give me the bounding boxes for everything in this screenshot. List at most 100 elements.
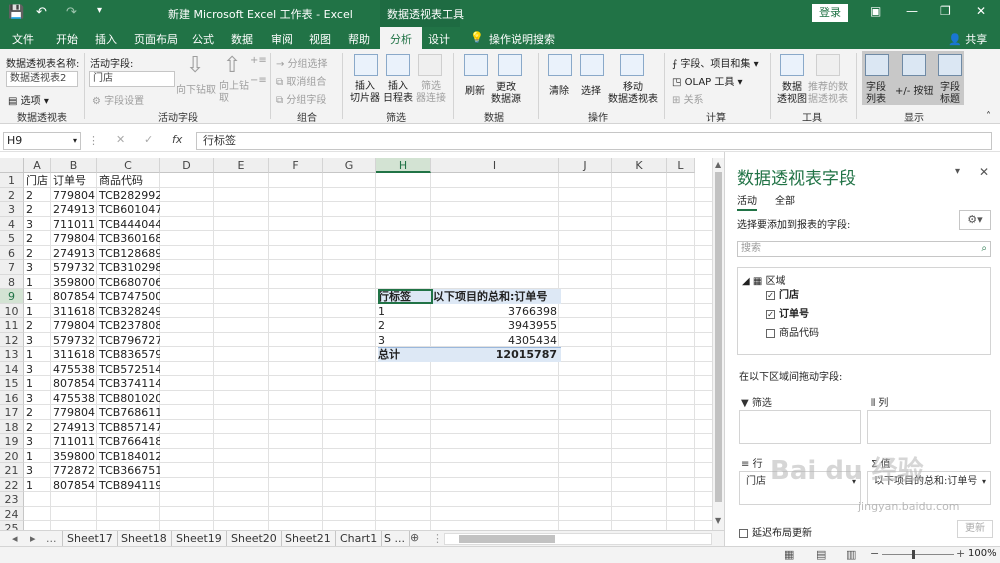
add-sheet-icon[interactable]: ⊕ bbox=[410, 531, 419, 544]
column-header-k[interactable]: K bbox=[612, 158, 667, 173]
recommended-pivot-button[interactable]: 推荐的数 据透视表 bbox=[808, 82, 848, 106]
pivot-total-label[interactable]: 总计 bbox=[376, 347, 431, 362]
tab-formulas[interactable]: 公式 bbox=[192, 31, 214, 47]
cancel-icon[interactable]: ✕ bbox=[116, 133, 125, 146]
table-cell[interactable]: 579732 bbox=[51, 333, 97, 348]
table-cell[interactable]: 1 bbox=[24, 449, 51, 464]
vertical-scrollbar[interactable]: ▲ ▼ bbox=[712, 158, 724, 530]
table-cell[interactable]: 772872 bbox=[51, 463, 97, 478]
field-list-button[interactable]: 字段 列表 bbox=[866, 82, 886, 106]
table-cell[interactable]: 3 bbox=[24, 217, 51, 232]
table-cell[interactable]: 3 bbox=[24, 333, 51, 348]
field-item-store[interactable]: ✓ 门店 bbox=[766, 286, 799, 301]
tab-help[interactable]: 帮助 bbox=[348, 31, 370, 47]
drill-down-button[interactable]: 向下钻取 bbox=[176, 81, 216, 96]
scroll-thumb[interactable] bbox=[715, 172, 722, 502]
table-cell[interactable]: TCB747500 bbox=[97, 289, 160, 304]
pivot-row-label[interactable]: 2 bbox=[376, 318, 431, 333]
table-cell[interactable]: TCB128689 bbox=[97, 246, 160, 261]
share-button[interactable]: 👤 共享 bbox=[948, 31, 987, 47]
table-cell[interactable]: 711011 bbox=[51, 217, 97, 232]
worksheet-grid[interactable]: ABCDEFGHIJKL 1 2 3 4 5 6 7 8 9 10 11 12 13 14 15 16 17 18… bbox=[0, 158, 712, 530]
table-cell[interactable]: 1 bbox=[24, 376, 51, 391]
column-header-i[interactable]: I bbox=[431, 158, 559, 173]
table-cell[interactable]: TCB601047 bbox=[97, 202, 160, 217]
page-layout-icon[interactable]: ▤ bbox=[816, 548, 826, 561]
tab-home[interactable]: 开始 bbox=[56, 31, 78, 47]
insert-function-icon[interactable]: fx bbox=[172, 133, 182, 146]
table-header-cell[interactable]: 门店 bbox=[24, 173, 51, 188]
field-search-input[interactable]: 搜索 ⌕ bbox=[737, 241, 991, 257]
sheet-prev-icon[interactable]: ◂ bbox=[12, 532, 18, 545]
pivot-chart-button[interactable]: 数据 透视图 bbox=[777, 82, 807, 106]
sheet-next-icon[interactable]: ▸ bbox=[30, 532, 36, 545]
clear-button[interactable]: 清除 bbox=[549, 82, 569, 97]
table-header-cell[interactable]: 订单号 bbox=[51, 173, 97, 188]
scroll-down-icon[interactable]: ▼ bbox=[715, 516, 721, 525]
tab-view[interactable]: 视图 bbox=[309, 31, 331, 47]
table-cell[interactable]: 779804 bbox=[51, 405, 97, 420]
row-header-3[interactable]: 3 bbox=[0, 202, 24, 217]
table-cell[interactable]: 1 bbox=[24, 304, 51, 319]
field-item-product[interactable]: 商品代码 bbox=[766, 324, 819, 339]
tab-insert[interactable]: 插入 bbox=[95, 31, 117, 47]
ribbon-display-icon[interactable]: ▣ bbox=[870, 4, 881, 18]
table-cell[interactable]: TCB328249 bbox=[97, 304, 160, 319]
sheet-tab[interactable]: Sheet18 bbox=[117, 531, 172, 547]
columns-area[interactable] bbox=[867, 410, 991, 444]
row-header-7[interactable]: 7 bbox=[0, 260, 24, 275]
table-cell[interactable]: 274913 bbox=[51, 420, 97, 435]
collapse-field-icon[interactable]: −≡ bbox=[250, 75, 267, 86]
row-header-20[interactable]: 20 bbox=[0, 448, 24, 463]
row-header-6[interactable]: 6 bbox=[0, 245, 24, 260]
plus-minus-button[interactable]: +/- 按钮 bbox=[895, 82, 934, 97]
olap-tools-button[interactable]: ◳ OLAP 工具 ▾ bbox=[672, 73, 743, 88]
zoom-in-icon[interactable]: + bbox=[956, 547, 965, 560]
redo-icon[interactable]: ↷ bbox=[66, 5, 77, 20]
fields-items-sets-button[interactable]: ⨍ 字段、项目和集 ▾ bbox=[672, 55, 759, 70]
row-header-21[interactable]: 21 bbox=[0, 463, 24, 478]
active-field-input[interactable]: 门店 bbox=[89, 71, 175, 87]
row-header-22[interactable]: 22 bbox=[0, 477, 24, 492]
table-cell[interactable]: 1 bbox=[24, 289, 51, 304]
table-cell[interactable]: 807854 bbox=[51, 376, 97, 391]
table-cell[interactable]: 274913 bbox=[51, 246, 97, 261]
table-cell[interactable]: 807854 bbox=[51, 289, 97, 304]
close-icon[interactable]: ✕ bbox=[976, 4, 986, 18]
table-cell[interactable]: 3 bbox=[24, 391, 51, 406]
sheet-tab[interactable]: Sheet21 bbox=[281, 531, 336, 547]
table-cell[interactable]: 779804 bbox=[51, 318, 97, 333]
move-pivot-button[interactable]: 移动 数据透视表 bbox=[608, 82, 658, 106]
select-all-corner[interactable] bbox=[0, 158, 24, 173]
table-cell[interactable]: 2 bbox=[24, 318, 51, 333]
column-header-a[interactable]: A bbox=[24, 158, 51, 173]
pivot-total-value[interactable]: 12015787 bbox=[431, 347, 559, 362]
table-cell[interactable]: TCB374114 bbox=[97, 376, 160, 391]
row-header-15[interactable]: 15 bbox=[0, 376, 24, 391]
horizontal-scrollbar[interactable] bbox=[444, 533, 712, 545]
table-cell[interactable]: 2 bbox=[24, 246, 51, 261]
column-header-b[interactable]: B bbox=[51, 158, 97, 173]
checkbox-order[interactable]: ✓ bbox=[766, 309, 775, 319]
pane-tab-all[interactable]: 全部 bbox=[775, 192, 795, 207]
pane-options-icon[interactable]: ▾ bbox=[955, 166, 960, 177]
table-cell[interactable]: 1 bbox=[24, 275, 51, 290]
table-cell[interactable]: TCB680706 bbox=[97, 275, 160, 290]
sheet-tab[interactable]: Sheet17 bbox=[62, 531, 118, 547]
tab-file[interactable]: 文件 bbox=[12, 31, 34, 47]
field-settings-button[interactable]: ⚙ 字段设置 bbox=[92, 92, 144, 107]
table-node[interactable]: ◢ ▦ 区域 bbox=[742, 272, 786, 287]
table-cell[interactable]: 359800 bbox=[51, 449, 97, 464]
pane-tab-active[interactable]: 活动 bbox=[737, 192, 757, 211]
update-button[interactable]: 更新 bbox=[957, 520, 993, 538]
filter-connections-button[interactable]: 筛选 器连接 bbox=[416, 81, 446, 105]
table-cell[interactable]: 2 bbox=[24, 231, 51, 246]
table-cell[interactable]: 359800 bbox=[51, 275, 97, 290]
pivot-row-value[interactable]: 4305434 bbox=[431, 333, 559, 348]
normal-view-icon[interactable]: ▦ bbox=[784, 548, 794, 561]
row-header-17[interactable]: 17 bbox=[0, 405, 24, 420]
table-cell[interactable]: 779804 bbox=[51, 188, 97, 203]
restore-icon[interactable]: ❐ bbox=[940, 4, 951, 18]
split-handle-icon[interactable]: ⋮ bbox=[432, 532, 443, 545]
tab-design[interactable]: 设计 bbox=[428, 31, 450, 47]
